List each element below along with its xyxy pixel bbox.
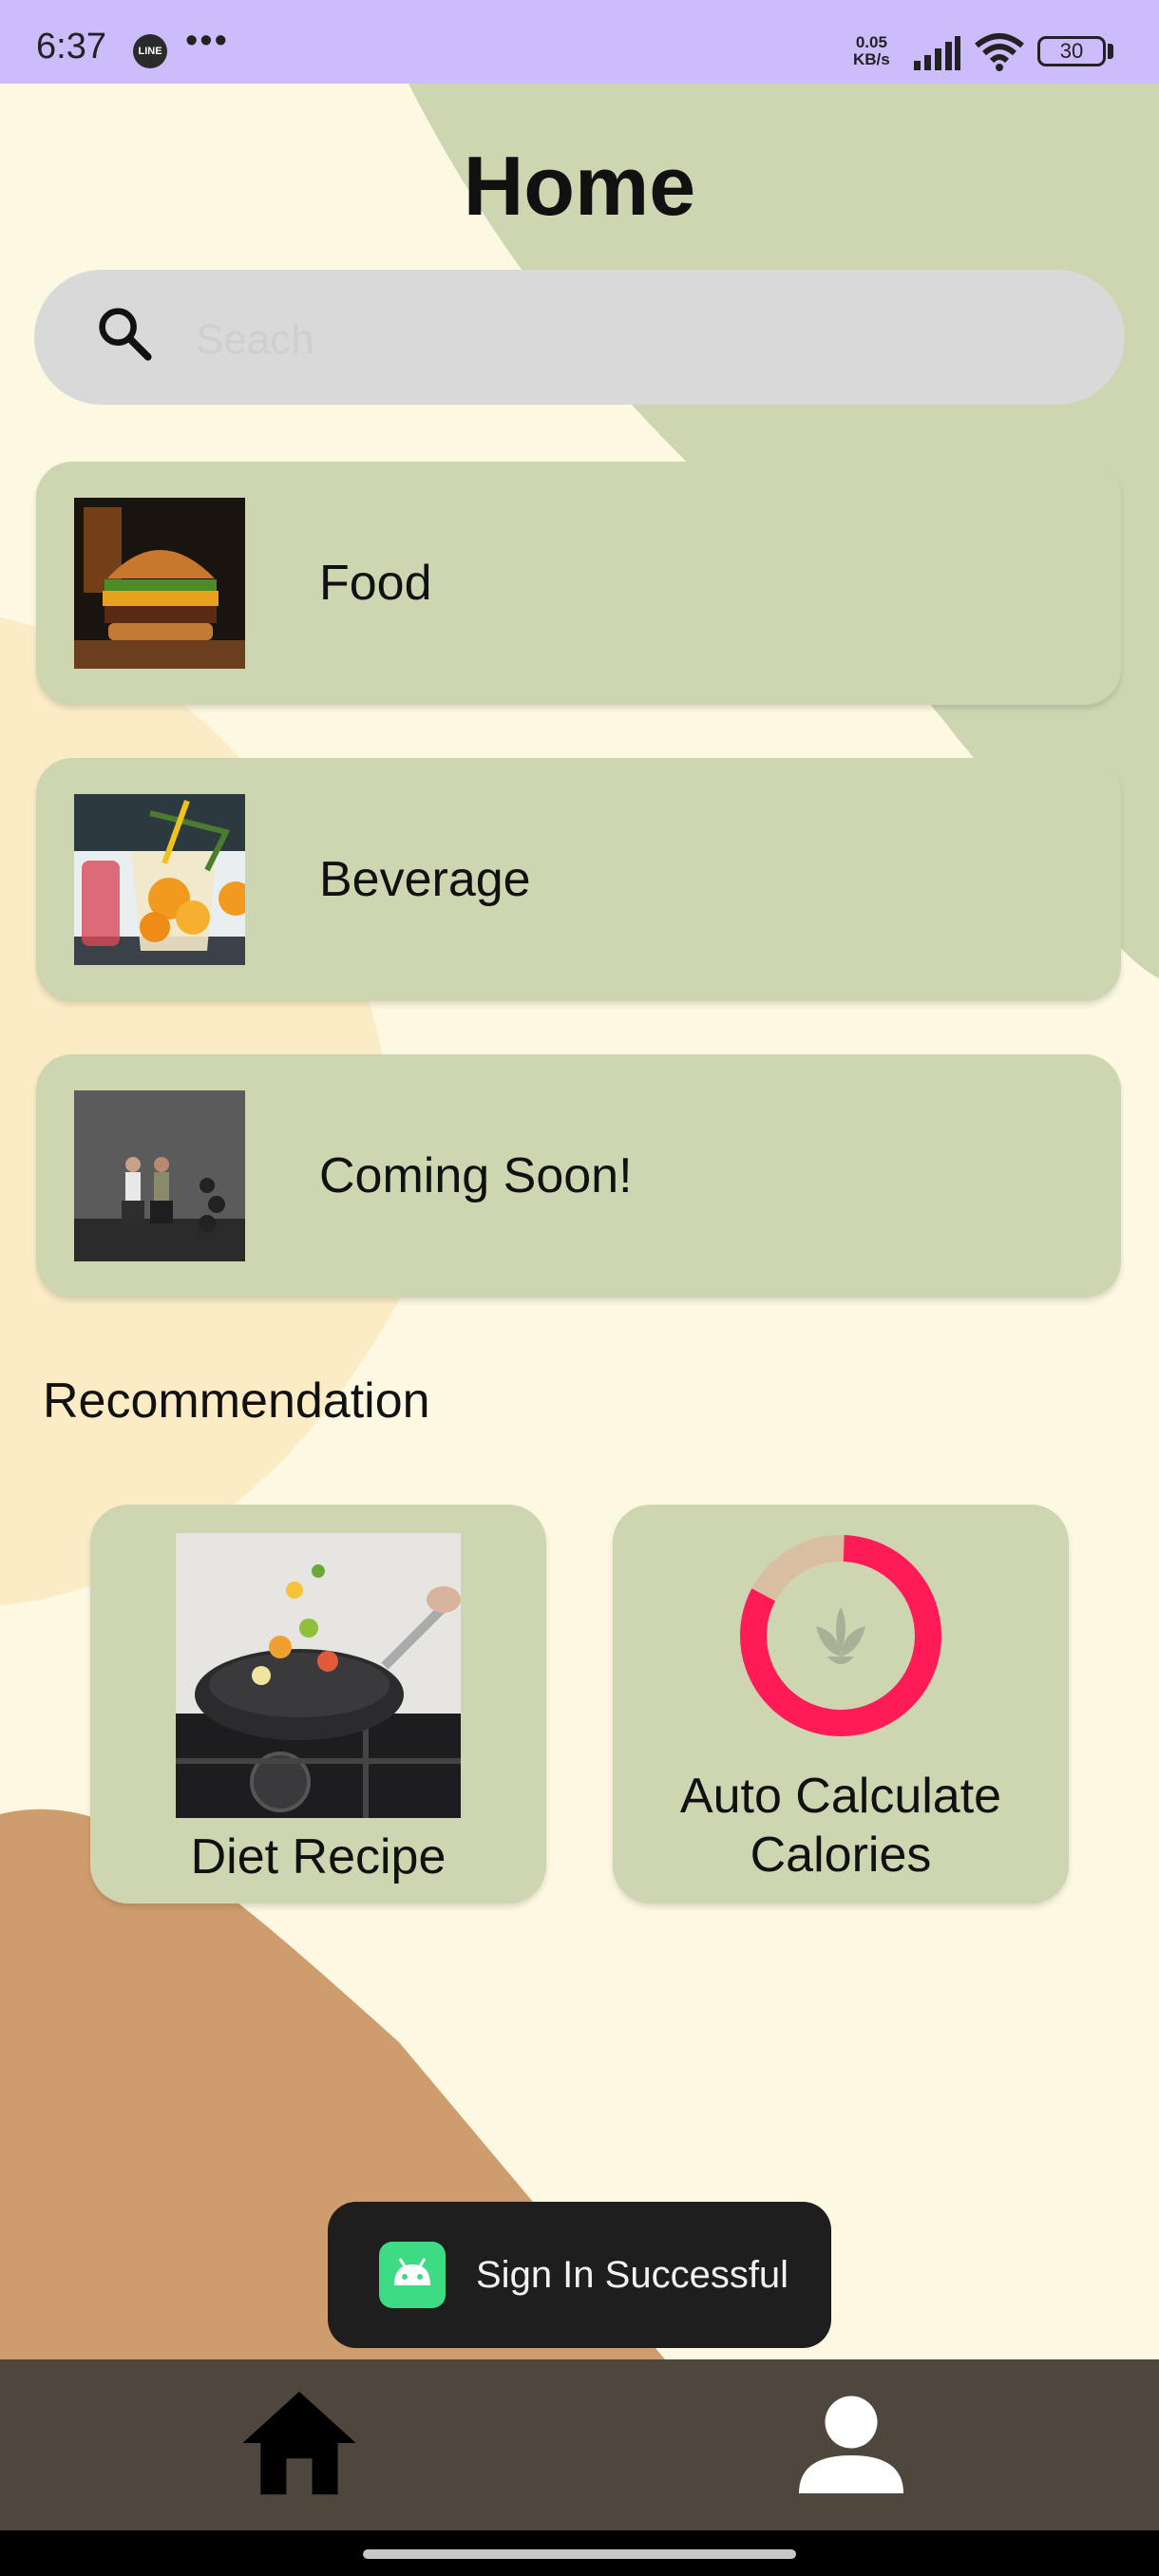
android-icon xyxy=(379,2242,446,2308)
page-title: Home xyxy=(463,139,696,233)
profile-icon[interactable] xyxy=(794,2394,908,2498)
category-label-beverage: Beverage xyxy=(319,852,531,907)
burger-image xyxy=(74,498,245,669)
wifi-icon xyxy=(975,33,1024,71)
bottom-navigation xyxy=(0,2359,1159,2530)
category-card-coming-soon[interactable]: Coming Soon! xyxy=(36,1054,1121,1297)
category-card-beverage[interactable]: Beverage xyxy=(36,758,1121,1001)
pan-cooking-image xyxy=(176,1533,461,1818)
network-speed-unit: KB/s xyxy=(853,50,890,68)
toast-text: Sign In Successful xyxy=(476,2254,789,2296)
category-card-food[interactable]: Food xyxy=(36,462,1121,705)
signal-icon xyxy=(914,36,960,70)
home-icon[interactable] xyxy=(238,2386,361,2500)
auto-calculate-calories-card[interactable]: Auto Calculate Calories xyxy=(613,1505,1069,1904)
calorie-ring-icon xyxy=(740,1535,941,1736)
gesture-handle[interactable] xyxy=(363,2549,796,2559)
status-time: 6:37 xyxy=(36,27,106,66)
toast-message: Sign In Successful xyxy=(328,2202,831,2348)
battery-tip xyxy=(1108,44,1113,59)
line-app-icon: LINE xyxy=(133,34,167,68)
diet-recipe-card[interactable]: Diet Recipe xyxy=(90,1505,546,1904)
battery-icon: 30 xyxy=(1037,36,1106,66)
auto-calculate-label-line2: Calories xyxy=(750,1828,932,1883)
more-notifications-icon: ••• xyxy=(185,21,229,61)
diet-recipe-label: Diet Recipe xyxy=(190,1829,446,1885)
workout-image xyxy=(74,1090,245,1261)
search-icon[interactable] xyxy=(93,302,156,365)
search-input[interactable] xyxy=(194,306,1053,374)
network-speed: 0.05 KB/s xyxy=(853,34,890,68)
auto-calculate-label-line1: Auto Calculate xyxy=(679,1769,1002,1824)
category-label-food: Food xyxy=(319,556,432,611)
category-label-coming-soon: Coming Soon! xyxy=(319,1148,633,1203)
drink-image xyxy=(74,794,245,965)
network-speed-value: 0.05 xyxy=(855,33,887,51)
recommendation-heading: Recommendation xyxy=(43,1373,430,1429)
